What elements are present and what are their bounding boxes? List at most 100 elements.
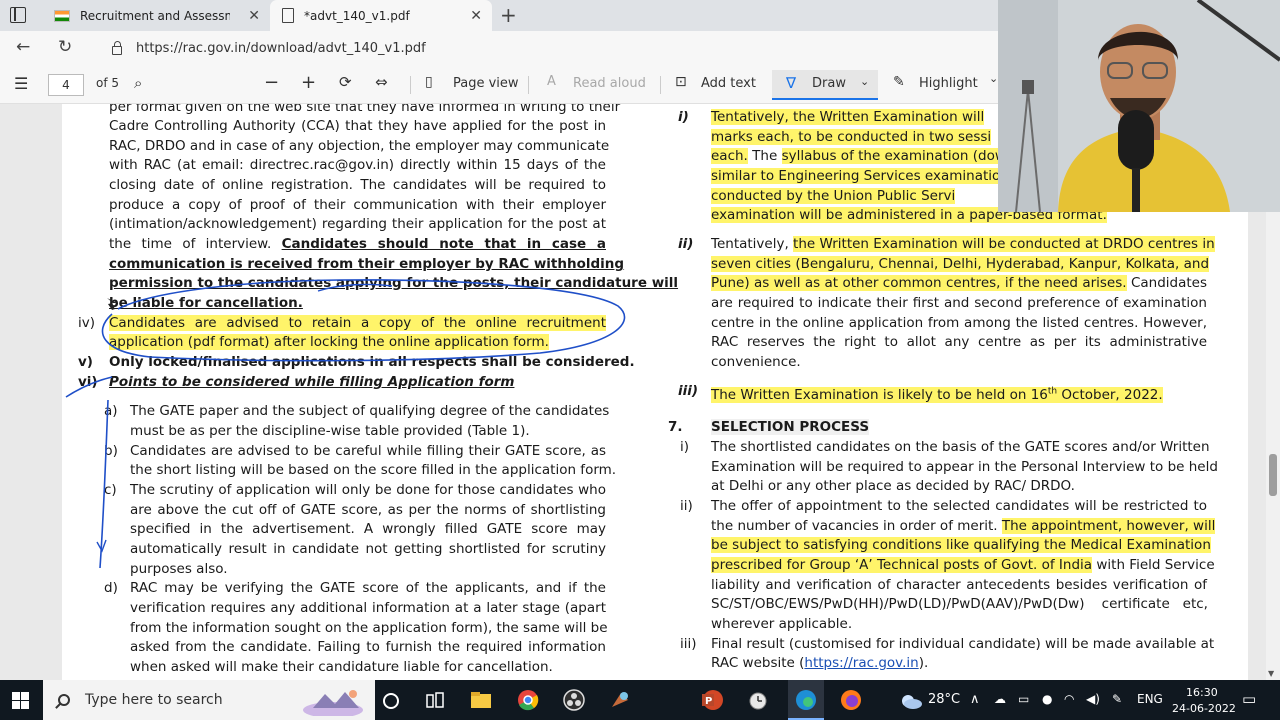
add-text-icon: ⊡ bbox=[675, 74, 687, 90]
chevron-down-icon[interactable]: ⌄ bbox=[989, 72, 998, 85]
paint-icon[interactable] bbox=[609, 689, 631, 711]
text-span: The bbox=[752, 148, 778, 164]
edge-icon[interactable] bbox=[795, 689, 817, 711]
chevron-up-icon[interactable]: ∧ bbox=[970, 692, 980, 707]
zoom-in-icon[interactable]: + bbox=[301, 72, 316, 93]
new-tab-icon[interactable]: + bbox=[500, 3, 517, 27]
text-line: wherever applicable. bbox=[711, 616, 853, 632]
text-line: when asked will make their candidature l… bbox=[130, 659, 553, 675]
firefox-icon[interactable] bbox=[840, 689, 862, 711]
text-line: RAC, DRDO and in case of any objection, … bbox=[109, 138, 610, 154]
text-line: Candidates are advised to be careful whi… bbox=[130, 443, 606, 459]
text-span: The Written Examination is likely to be … bbox=[711, 386, 1048, 403]
wifi-icon[interactable]: ◠ bbox=[1064, 692, 1074, 706]
text-line: (intimation/acknowledgement) regarding t… bbox=[109, 216, 606, 232]
text-span: Tentatively, bbox=[711, 236, 794, 252]
highlighted-text: prescribed for Group ‘A’ Technical posts… bbox=[711, 557, 1093, 573]
highlight-button[interactable]: Highlight bbox=[919, 76, 978, 91]
list-marker: iii) bbox=[680, 636, 697, 652]
rac-website-link[interactable]: https://rac.gov.in bbox=[804, 655, 918, 671]
list-marker: ii) bbox=[678, 236, 694, 252]
clock-date[interactable]: 24-06-2022 bbox=[1172, 702, 1236, 715]
page-view-button[interactable]: Page view bbox=[453, 76, 519, 91]
tab-pdf[interactable]: *advt_140_v1.pdf ✕ bbox=[270, 0, 492, 31]
chevron-down-icon[interactable]: ⌄ bbox=[860, 75, 869, 88]
tab-title: Recruitment and Assessment Ce bbox=[80, 8, 230, 23]
scrollbar-thumb[interactable] bbox=[1269, 454, 1277, 496]
language-indicator[interactable]: ENG bbox=[1137, 692, 1163, 706]
microphone-icon[interactable]: ● bbox=[1042, 692, 1052, 706]
cortana-icon[interactable] bbox=[380, 690, 402, 712]
chrome-icon[interactable] bbox=[517, 689, 539, 711]
text-line: each. The syllabus of the examination (d… bbox=[711, 147, 1006, 167]
list-marker: i) bbox=[678, 109, 689, 125]
text-line: seven cities (Bengaluru, Chennai, Delhi,… bbox=[711, 255, 1210, 275]
page-number-input[interactable]: 4 bbox=[48, 74, 84, 96]
text-line: be subject to satisfying conditions like… bbox=[711, 536, 1211, 556]
pen-icon: ∇ bbox=[786, 74, 797, 92]
bold-underlined-line: communication is received from their emp… bbox=[109, 256, 625, 272]
fit-width-icon[interactable]: ⇔ bbox=[375, 73, 388, 91]
back-icon[interactable]: ← bbox=[16, 37, 30, 57]
text-line: the number of vacancies in order of meri… bbox=[711, 517, 1216, 537]
draw-button[interactable]: ∇ Draw ⌄ bbox=[772, 70, 878, 100]
windows-start-icon[interactable] bbox=[12, 692, 29, 709]
tab-recruitment[interactable]: Recruitment and Assessment Ce ✕ bbox=[44, 0, 270, 31]
reload-icon[interactable]: ↻ bbox=[58, 37, 72, 57]
divider bbox=[528, 76, 529, 94]
rotate-icon[interactable]: ⟳ bbox=[339, 73, 352, 91]
text-line: prescribed for Group ‘A’ Technical posts… bbox=[711, 556, 1215, 576]
volume-icon[interactable]: ◀) bbox=[1086, 692, 1100, 706]
highlighted-text: application (pdf format) after locking t… bbox=[109, 334, 549, 350]
text-line: Pune) as well as at other common centres… bbox=[711, 274, 1207, 294]
highlighted-text: Pune) as well as at other common centres… bbox=[711, 275, 1127, 291]
text-span: the time of interview. bbox=[109, 236, 282, 252]
india-flag-icon bbox=[54, 9, 70, 22]
text-line: similar to Engineering Services examinat… bbox=[711, 167, 1009, 187]
text-line: must be as per the discipline-wise table… bbox=[130, 423, 530, 439]
screen: Recruitment and Assessment Ce ✕ *advt_14… bbox=[0, 0, 1280, 720]
highlighted-text: similar to Engineering Services examinat… bbox=[711, 168, 1009, 184]
text-line: RAC may be verifying the GATE score of t… bbox=[130, 580, 606, 596]
taskbar-search[interactable]: Type here to search bbox=[43, 680, 375, 720]
scroll-down-icon[interactable]: ▼ bbox=[1268, 669, 1274, 678]
highlighted-text: Tentatively, the Written Examination wil… bbox=[711, 109, 985, 125]
task-view-icon[interactable] bbox=[424, 690, 446, 712]
zoom-out-icon[interactable]: − bbox=[264, 72, 279, 93]
highlighted-text: be subject to satisfying conditions like… bbox=[711, 537, 1211, 553]
url-field[interactable]: https://rac.gov.in/download/advt_140_v1.… bbox=[96, 34, 1001, 63]
cloud-icon[interactable]: ☁ bbox=[994, 692, 1006, 706]
contents-icon[interactable]: ☰ bbox=[14, 74, 28, 93]
add-text-button[interactable]: Add text bbox=[701, 76, 756, 91]
text-line: closing date of online registration. The… bbox=[109, 177, 606, 193]
taskbar: Type here to search P 28°C ∧ ☁ ▭ ● ◠ ◀) … bbox=[0, 680, 1280, 720]
highlighted-text: syllabus of the examination (dow bbox=[781, 148, 1006, 164]
text-line: liability and verification of character … bbox=[711, 577, 1207, 593]
weather-icon[interactable] bbox=[898, 690, 924, 712]
powerpoint-icon[interactable]: P bbox=[701, 689, 723, 711]
svg-text:P: P bbox=[705, 696, 712, 707]
search-icon[interactable]: ⌕ bbox=[134, 74, 142, 92]
obs-icon[interactable] bbox=[563, 689, 585, 711]
text-line: Final result (customised for individual … bbox=[711, 636, 1215, 652]
url-text: https://rac.gov.in/download/advt_140_v1.… bbox=[136, 41, 426, 56]
close-icon[interactable]: ✕ bbox=[470, 8, 482, 24]
battery-icon[interactable]: ▭ bbox=[1018, 692, 1029, 706]
close-icon[interactable]: ✕ bbox=[248, 8, 260, 24]
clock-time[interactable]: 16:30 bbox=[1186, 686, 1218, 699]
highlighted-text: marks each, to be conducted in two sessi bbox=[711, 129, 992, 145]
tab-actions-icon[interactable] bbox=[10, 7, 26, 23]
weather-temp[interactable]: 28°C bbox=[928, 692, 960, 707]
text-line: Tentatively, the Written Examination wil… bbox=[711, 235, 1215, 255]
text-line: application (pdf format) after locking t… bbox=[109, 333, 549, 353]
file-explorer-icon[interactable] bbox=[470, 689, 492, 711]
notification-icon[interactable]: ▭ bbox=[1242, 690, 1256, 708]
section-title: SELECTION PROCESS bbox=[711, 418, 870, 438]
text-line: The shortlisted candidates on the basis … bbox=[711, 439, 1210, 455]
list-marker: b) bbox=[104, 443, 118, 459]
bold-underlined-line: be liable for cancellation. bbox=[109, 295, 303, 311]
text-span: October, 2022. bbox=[1057, 386, 1163, 403]
alarm-clock-icon[interactable] bbox=[747, 689, 769, 711]
read-aloud-button[interactable]: Read aloud bbox=[573, 76, 646, 91]
pen-workspace-icon[interactable]: ✎ bbox=[1112, 692, 1122, 706]
